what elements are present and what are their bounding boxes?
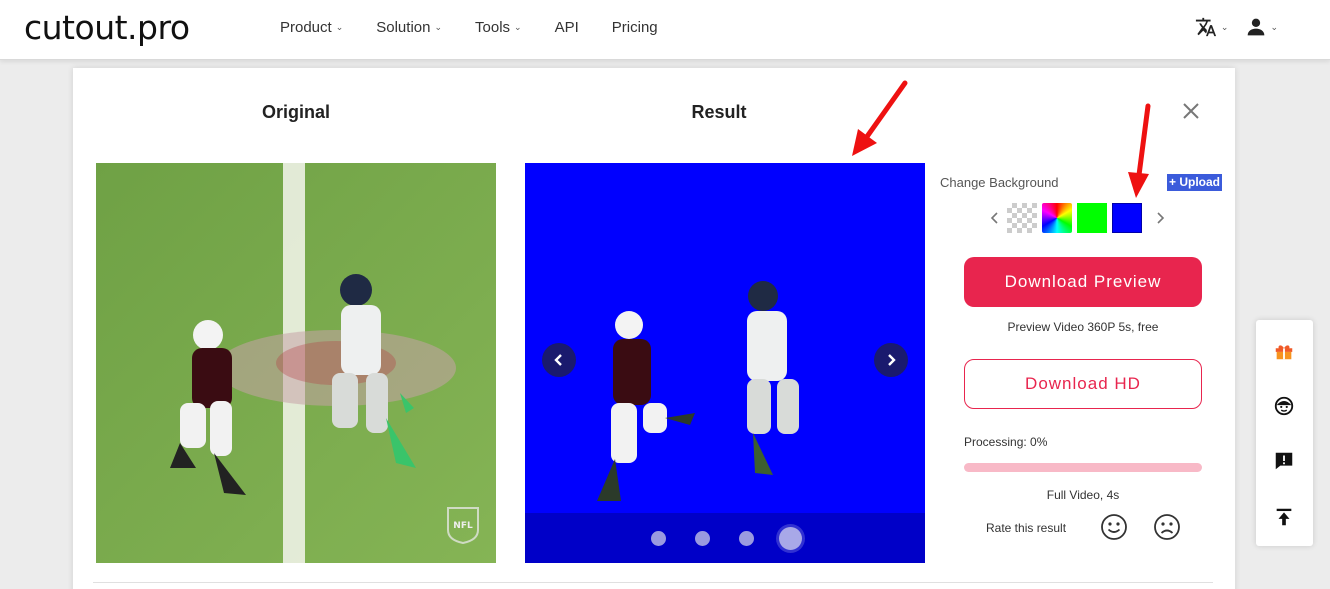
result-modal: Original Result NFL Change Background + …	[73, 68, 1235, 589]
nav-solution-label: Solution	[376, 19, 431, 36]
carousel-dot-2[interactable]	[695, 531, 710, 546]
swatch-prev-button[interactable]	[982, 203, 1007, 233]
nav-pricing[interactable]: Pricing	[612, 19, 658, 36]
nav-product[interactable]: Product ⌄	[280, 19, 343, 36]
swatch-blue[interactable]	[1112, 203, 1142, 233]
carousel-dot-4[interactable]	[779, 527, 802, 550]
carousel-indicator	[525, 513, 925, 563]
download-preview-button[interactable]: Download Preview	[964, 257, 1202, 307]
chevron-left-icon	[554, 354, 562, 366]
result-title: Result	[691, 102, 747, 122]
background-swatches	[982, 203, 1172, 233]
top-header: cutout.pro Product ⌄ Solution ⌄ Tools ⌄ API…	[0, 0, 1330, 60]
chevron-down-icon: ⌄	[335, 22, 344, 32]
nav-product-label: Product	[280, 19, 332, 36]
chevron-right-icon	[888, 354, 896, 366]
swatch-green[interactable]	[1077, 203, 1107, 233]
chevron-down-icon: ⌄	[1270, 21, 1278, 32]
cutout-players-image	[525, 163, 925, 513]
chevron-down-icon: ⌄	[514, 22, 522, 32]
floating-toolbar	[1256, 320, 1313, 546]
gift-icon[interactable]	[1273, 340, 1295, 362]
swatch-transparent[interactable]	[1007, 203, 1037, 233]
chevron-down-icon: ⌄	[1220, 21, 1229, 32]
nav-pricing-label: Pricing	[611, 19, 658, 36]
original-video-frame: NFL	[96, 163, 496, 563]
result-video-frame	[525, 163, 925, 563]
carousel-prev-button[interactable]	[542, 343, 576, 377]
nfl-watermark: NFL	[453, 521, 473, 531]
original-title: Original	[261, 102, 330, 122]
main-nav: Product ⌄ Solution ⌄ Tools ⌄ API Pricing	[280, 19, 691, 36]
language-menu[interactable]: ⌄	[1195, 16, 1229, 38]
carousel-dot-1[interactable]	[651, 531, 666, 546]
nav-solution[interactable]: Solution ⌄	[376, 19, 442, 36]
full-video-note: Full Video, 4s	[1046, 488, 1120, 502]
sad-face-icon[interactable]	[1153, 513, 1181, 541]
nav-tools[interactable]: Tools ⌄	[475, 19, 522, 36]
close-icon[interactable]	[1181, 101, 1201, 121]
chevron-down-icon: ⌄	[434, 22, 443, 32]
account-menu[interactable]: ⌄	[1246, 17, 1278, 37]
swatch-next-button[interactable]	[1147, 203, 1172, 233]
carousel-next-button[interactable]	[874, 343, 908, 377]
preview-note: Preview Video 360P 5s, free	[1007, 320, 1159, 334]
carousel-dot-3[interactable]	[739, 531, 754, 546]
nav-api-label: API	[554, 19, 579, 36]
user-icon	[1248, 18, 1265, 36]
support-icon[interactable]	[1273, 395, 1295, 417]
smile-face-icon[interactable]	[1100, 513, 1128, 541]
logo[interactable]: cutout.pro	[24, 8, 190, 47]
chevron-right-icon	[1156, 212, 1164, 224]
nav-tools-label: Tools	[475, 19, 511, 36]
football-field-image: NFL	[96, 163, 496, 563]
feedback-icon[interactable]	[1273, 450, 1295, 472]
chevron-left-icon	[990, 212, 998, 224]
upload-background-button[interactable]: + Upload	[1167, 174, 1223, 191]
change-background-label: Change Background	[940, 175, 1059, 190]
processing-progress-bar	[964, 463, 1202, 472]
swatch-rainbow[interactable]	[1042, 203, 1072, 233]
processing-label: Processing: 0%	[964, 435, 1048, 449]
download-hd-button[interactable]: Download HD	[964, 359, 1202, 409]
back-to-top-icon[interactable]	[1273, 506, 1295, 528]
translate-icon	[1195, 17, 1216, 37]
modal-divider	[93, 582, 1213, 583]
header-actions: ⌄ ⌄	[1177, 16, 1278, 38]
nav-api[interactable]: API	[555, 19, 579, 36]
rate-label: Rate this result	[986, 521, 1067, 535]
